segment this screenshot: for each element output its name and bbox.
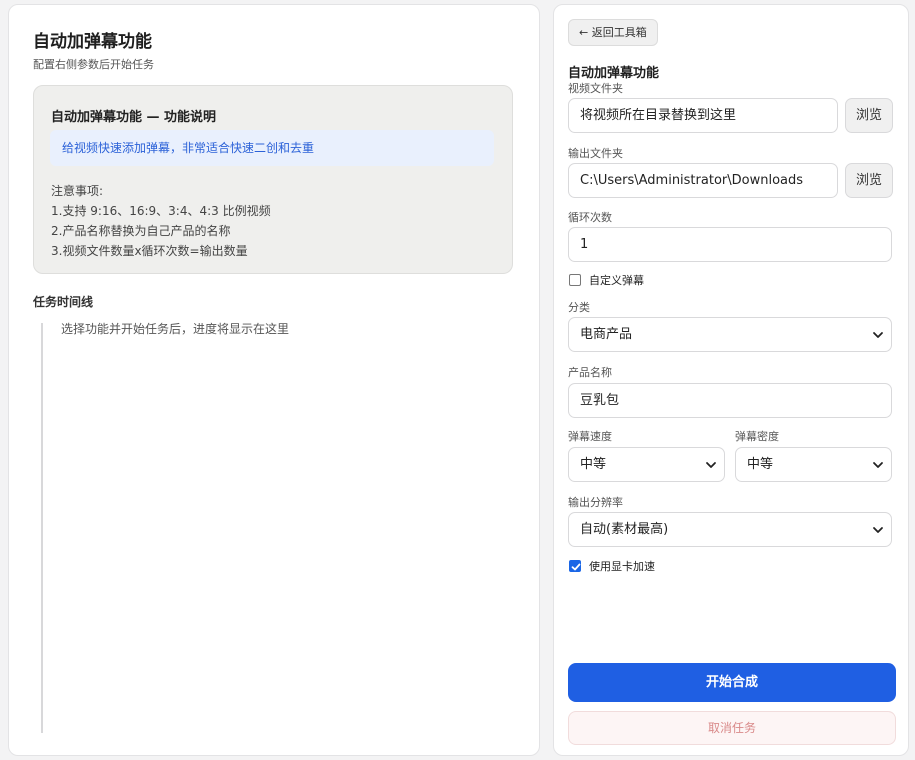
output-folder-browse-button[interactable]: 浏览 (845, 163, 893, 198)
video-folder-label: 视频文件夹 (568, 82, 623, 95)
category-value: 电商产品 (580, 327, 633, 342)
custom-danmaku-checkbox[interactable] (569, 274, 581, 286)
settings-panel: ← 返回工具箱 自动加弹幕功能 视频文件夹 将视频所在目录替换到这里 浏览 输出… (553, 4, 909, 756)
page-subtitle: 配置右侧参数后开始任务 (33, 58, 154, 71)
video-folder-browse-button[interactable]: 浏览 (845, 98, 893, 133)
density-label: 弹幕密度 (735, 430, 779, 443)
timeline-line (41, 323, 43, 733)
density-select[interactable]: 中等 (735, 447, 892, 482)
gpu-acceleration-label: 使用显卡加速 (589, 560, 655, 573)
note-item: 1.支持 9:16、16:9、3:4、4:3 比例视频 (51, 204, 271, 218)
back-to-toolbox-button[interactable]: ← 返回工具箱 (568, 19, 658, 46)
custom-danmaku-label: 自定义弹幕 (589, 274, 644, 287)
check-icon (571, 563, 581, 571)
page-title: 自动加弹幕功能 (33, 32, 152, 52)
product-name-label: 产品名称 (568, 366, 612, 379)
loop-count-input[interactable]: 1 (568, 227, 892, 262)
speed-value: 中等 (580, 457, 607, 472)
info-card-title: 自动加弹幕功能 — 功能说明 (51, 110, 217, 125)
notes-title: 注意事项: (51, 184, 104, 198)
speed-label: 弹幕速度 (568, 430, 612, 443)
chevron-down-icon (873, 332, 883, 338)
feature-info-card: 自动加弹幕功能 — 功能说明 给视频快速添加弹幕，非常适合快速二创和去重 注意事… (33, 85, 513, 274)
resolution-label: 输出分辨率 (568, 496, 623, 509)
left-panel: 自动加弹幕功能 配置右侧参数后开始任务 自动加弹幕功能 — 功能说明 给视频快速… (8, 4, 540, 756)
product-name-input[interactable]: 豆乳包 (568, 383, 892, 418)
resolution-select[interactable]: 自动(素材最高) (568, 512, 892, 547)
density-value: 中等 (747, 457, 774, 472)
chevron-down-icon (706, 462, 716, 468)
timeline-empty-text: 选择功能并开始任务后，进度将显示在这里 (61, 322, 290, 336)
note-item: 2.产品名称替换为自己产品的名称 (51, 224, 231, 238)
notes-list: 注意事项: 1.支持 9:16、16:9、3:4、4:3 比例视频 2.产品名称… (51, 181, 271, 261)
info-highlight: 给视频快速添加弹幕，非常适合快速二创和去重 (50, 130, 494, 166)
start-synthesis-button[interactable]: 开始合成 (568, 663, 896, 702)
timeline-title: 任务时间线 (33, 295, 94, 309)
speed-select[interactable]: 中等 (568, 447, 725, 482)
category-label: 分类 (568, 301, 590, 314)
category-select[interactable]: 电商产品 (568, 317, 892, 352)
output-folder-input[interactable]: C:\Users\Administrator\Downloads (568, 163, 838, 198)
chevron-down-icon (873, 462, 883, 468)
output-folder-label: 输出文件夹 (568, 147, 623, 160)
note-item: 3.视频文件数量x循环次数=输出数量 (51, 244, 248, 258)
gpu-acceleration-checkbox[interactable] (569, 560, 581, 572)
loop-count-label: 循环次数 (568, 211, 612, 224)
cancel-task-button[interactable]: 取消任务 (568, 711, 896, 745)
video-folder-input[interactable]: 将视频所在目录替换到这里 (568, 98, 838, 133)
chevron-down-icon (873, 527, 883, 533)
tool-title: 自动加弹幕功能 (568, 66, 660, 81)
resolution-value: 自动(素材最高) (580, 522, 669, 537)
